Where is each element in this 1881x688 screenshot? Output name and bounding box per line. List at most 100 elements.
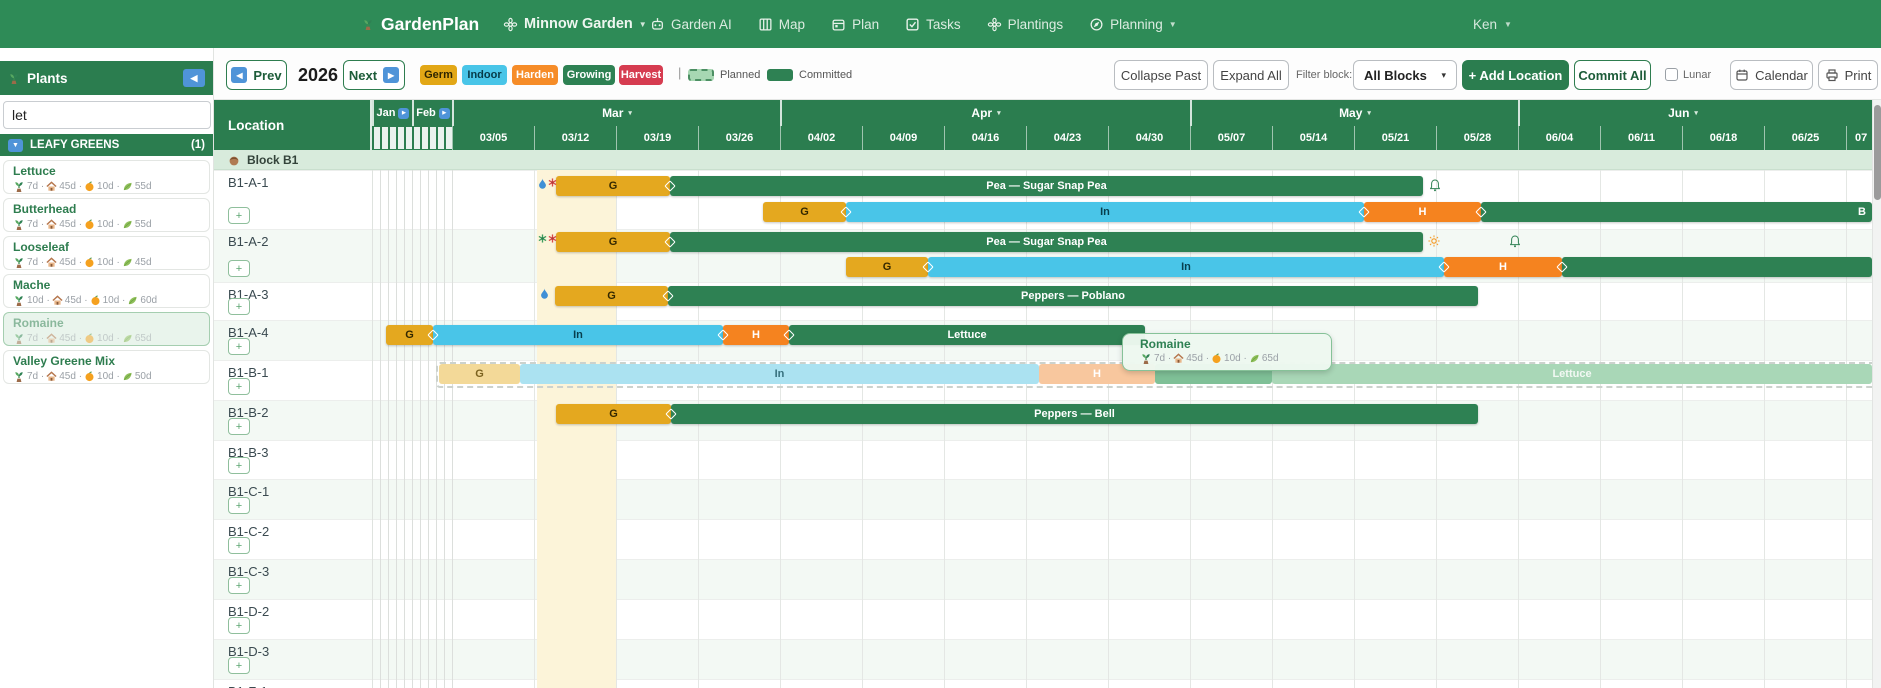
user-menu[interactable]: Ken ▼	[1473, 0, 1512, 48]
bar-grow-lettuce[interactable]: Lettuce	[789, 325, 1145, 345]
nav-item-planning[interactable]: Planning ▼	[1089, 16, 1177, 32]
print-button[interactable]: Print	[1818, 60, 1878, 90]
month-label: Jun	[1668, 106, 1690, 120]
week-header-04-30: 04/30	[1108, 126, 1190, 150]
add-planting-button[interactable]: +	[228, 537, 250, 554]
add-planting-button[interactable]: +	[228, 260, 250, 277]
bar-harden-h[interactable]: H	[1444, 257, 1562, 277]
nav-item-label: Map	[778, 16, 806, 32]
next-year-button[interactable]: Next ▶	[343, 60, 405, 90]
bar-indoor-ghost-in[interactable]: In	[520, 364, 1039, 384]
nav-item-label: Planning	[1110, 16, 1163, 32]
bar-grow-pea-sugar-snap-pea[interactable]: Pea — Sugar Snap Pea	[670, 232, 1423, 252]
bar-germ-g[interactable]: G	[556, 404, 671, 424]
month-header-mar[interactable]: Mar ▾	[452, 100, 780, 126]
sun-icon	[1428, 235, 1440, 247]
add-planting-button[interactable]: +	[228, 338, 250, 355]
bar-harden-h[interactable]: H	[723, 325, 789, 345]
collapsed-week-tick	[406, 127, 412, 149]
row-label-b1-a-1: B1-A-1	[228, 175, 269, 190]
week-header-05-21: 05/21	[1354, 126, 1436, 150]
nav-item-plan[interactable]: Plan	[831, 17, 879, 32]
collapsed-week-tick	[382, 127, 388, 149]
bar-indoor-in[interactable]: In	[846, 202, 1364, 222]
month-header-jun[interactable]: Jun ▾	[1518, 100, 1846, 126]
sprout-icon	[13, 370, 25, 383]
bar-germ-g[interactable]: G	[556, 176, 670, 196]
bar-germ-g[interactable]: G	[556, 232, 670, 252]
plant-card-romaine[interactable]: Romaine 7d · 45d · 10d · 65d	[3, 312, 210, 346]
plant-name: Mache	[13, 278, 51, 292]
add-planting-button[interactable]: +	[228, 378, 250, 395]
bar-indoor-in[interactable]: In	[928, 257, 1444, 277]
plant-name: Looseleaf	[13, 240, 70, 254]
garden-selector[interactable]: Minnow Garden ▼	[503, 0, 647, 48]
committed-label: Committed	[799, 69, 853, 81]
week-header-06-04: 06/04	[1518, 126, 1600, 150]
grow-leaf-icon	[127, 295, 138, 306]
add-planting-button[interactable]: +	[228, 457, 250, 474]
week-header-04-23: 04/23	[1026, 126, 1108, 150]
bar-harden-h[interactable]: H	[1364, 202, 1481, 222]
section-leafy-greens[interactable]: ▼ LEAFY GREENS (1)	[0, 134, 213, 156]
add-planting-button[interactable]: +	[228, 617, 250, 634]
filter-block-select[interactable]: All Blocks ▾	[1353, 60, 1457, 90]
bar-grow-pea-sugar-snap-pea[interactable]: Pea — Sugar Snap Pea	[670, 176, 1423, 196]
week-header-07: 07	[1846, 126, 1872, 150]
bar-germ-g[interactable]: G	[386, 325, 433, 345]
add-planting-button[interactable]: +	[228, 418, 250, 435]
collapse-sidebar-button[interactable]: ◀	[183, 69, 205, 87]
month-header-jan[interactable]: Jan ▶	[372, 100, 412, 126]
expand-month-button[interactable]: ▶	[438, 107, 450, 119]
expand-all-button[interactable]: Expand All	[1213, 60, 1289, 90]
plant-card-valley-greene-mix[interactable]: Valley Greene Mix 7d · 45d · 10d · 50d	[3, 350, 210, 384]
section-toggle-button[interactable]: ▼	[8, 138, 23, 152]
block-b1-row[interactable]: Block B1	[214, 150, 1872, 170]
collapse-past-button[interactable]: Collapse Past	[1114, 60, 1208, 90]
nav-item-garden-ai[interactable]: Garden AI	[650, 17, 732, 32]
bar-germ-g[interactable]: G	[846, 257, 928, 277]
bar-germ-g[interactable]: G	[763, 202, 846, 222]
commit-all-button[interactable]: Commit All	[1574, 60, 1651, 90]
plant-card-butterhead[interactable]: Butterhead 7d · 45d · 10d · 55d	[3, 198, 210, 232]
legend-badge-germ: Germ	[420, 65, 457, 85]
bar-indoor-in[interactable]: In	[433, 325, 723, 345]
add-planting-button[interactable]: +	[228, 207, 250, 224]
bar-grow-peppers-poblano[interactable]: Peppers — Poblano	[668, 286, 1478, 306]
nav-item-plantings[interactable]: Plantings	[987, 17, 1063, 32]
plant-card-looseleaf[interactable]: Looseleaf 7d · 45d · 10d · 45d	[3, 236, 210, 270]
add-planting-button[interactable]: +	[228, 298, 250, 315]
nav-item-map[interactable]: Map	[758, 17, 805, 32]
compass-icon	[1089, 17, 1104, 32]
nav-menu: Garden AI Map Plan Tasks Plantings Planning ▼	[650, 0, 1177, 48]
sprout-icon	[13, 180, 25, 193]
plant-durations: 7d · 45d · 10d · 45d	[13, 256, 200, 269]
prev-year-button[interactable]: ◀ Prev	[226, 60, 287, 90]
bar-grow-ghost-lettuce[interactable]: Lettuce	[1272, 364, 1872, 384]
calendar-view-button[interactable]: Calendar	[1730, 60, 1813, 90]
plant-card-lettuce[interactable]: Lettuce 7d · 45d · 10d · 55d	[3, 160, 210, 194]
add-planting-button[interactable]: +	[228, 657, 250, 674]
plant-card-mache[interactable]: Mache 10d · 45d · 10d · 60d	[3, 274, 210, 308]
vertical-scrollbar[interactable]	[1872, 100, 1881, 688]
bar-grow-b[interactable]: B	[1481, 202, 1872, 222]
year-label: 2026	[298, 64, 339, 85]
expand-month-button[interactable]: ▶	[398, 107, 410, 119]
collapsed-gridline	[436, 170, 437, 688]
bar-grow[interactable]	[1562, 257, 1872, 277]
bar-grow-peppers-bell[interactable]: Peppers — Bell	[671, 404, 1478, 424]
month-header-may[interactable]: May ▾	[1190, 100, 1518, 126]
calendar-nav-icon	[831, 17, 846, 32]
plant-search-input[interactable]	[3, 101, 211, 129]
nav-item-tasks[interactable]: Tasks	[905, 17, 961, 32]
bar-germ-ghost-g[interactable]: G	[439, 364, 520, 384]
add-planting-button[interactable]: +	[228, 497, 250, 514]
lunar-checkbox[interactable]	[1665, 68, 1678, 81]
bar-germ-g[interactable]: G	[555, 286, 668, 306]
month-header-feb[interactable]: Feb ▶	[412, 100, 452, 126]
month-header-apr[interactable]: Apr ▾	[780, 100, 1190, 126]
add-location-button[interactable]: + Add Location	[1462, 60, 1569, 90]
add-planting-button[interactable]: +	[228, 577, 250, 594]
scrollbar-thumb[interactable]	[1874, 105, 1881, 200]
sprout-icon	[13, 294, 25, 307]
